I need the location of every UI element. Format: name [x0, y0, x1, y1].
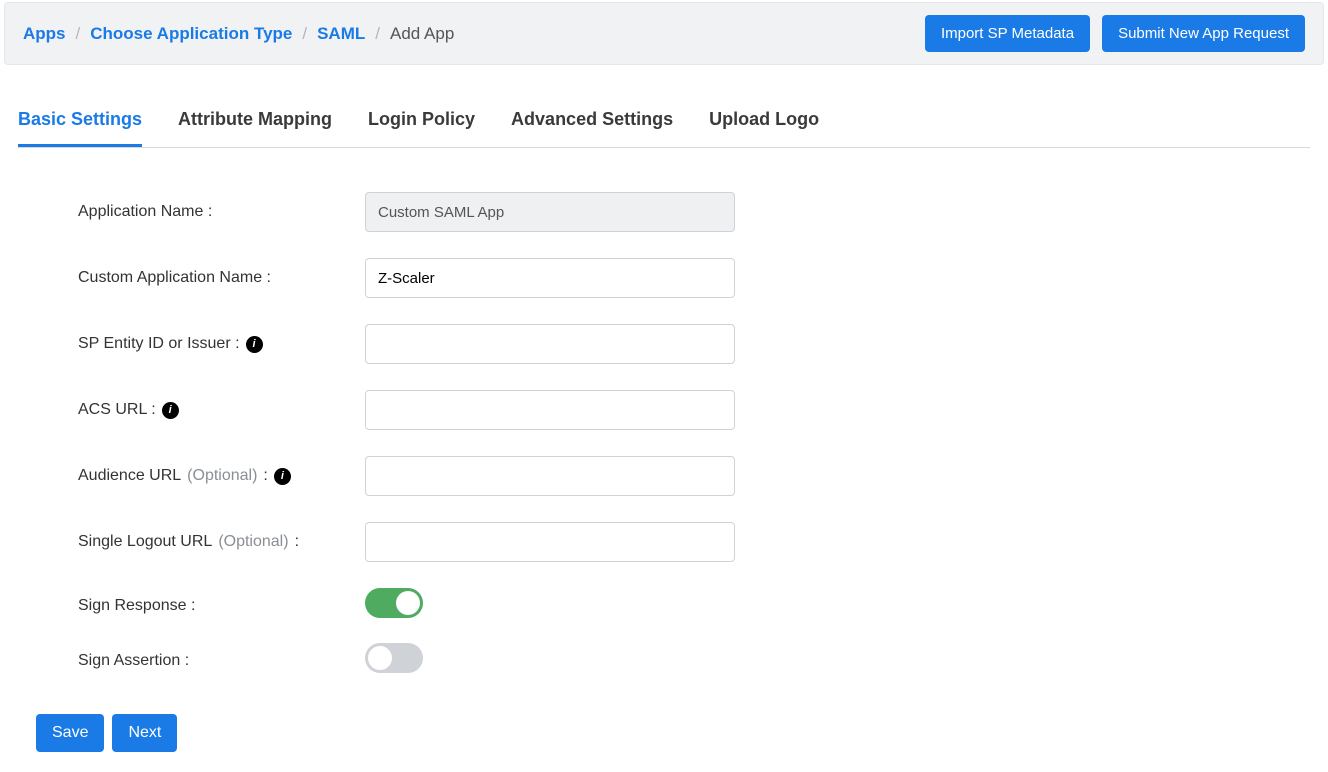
sp-entity-id-label: SP Entity ID or Issuer : i [62, 335, 365, 353]
acs-url-input[interactable] [365, 390, 735, 430]
breadcrumb-sep: / [76, 24, 81, 44]
audience-url-input[interactable] [365, 456, 735, 496]
breadcrumb-saml[interactable]: SAML [317, 24, 365, 44]
sign-assertion-label: Sign Assertion : [62, 652, 365, 670]
audience-url-label: Audience URL (Optional) : i [62, 467, 365, 485]
tab-advanced-settings[interactable]: Advanced Settings [511, 109, 673, 147]
import-sp-metadata-button[interactable]: Import SP Metadata [925, 15, 1090, 52]
submit-new-app-request-button[interactable]: Submit New App Request [1102, 15, 1305, 52]
tab-basic-settings[interactable]: Basic Settings [18, 109, 142, 147]
sign-response-label: Sign Response : [62, 597, 365, 615]
breadcrumb: Apps / Choose Application Type / SAML / … [23, 24, 454, 44]
tab-attribute-mapping[interactable]: Attribute Mapping [178, 109, 332, 147]
topbar-actions: Import SP Metadata Submit New App Reques… [925, 15, 1305, 52]
sign-assertion-toggle[interactable] [365, 643, 423, 673]
info-icon[interactable]: i [162, 402, 179, 419]
info-icon[interactable]: i [246, 336, 263, 353]
tab-login-policy[interactable]: Login Policy [368, 109, 475, 147]
single-logout-url-label: Single Logout URL (Optional) : [62, 533, 365, 551]
custom-application-name-label: Custom Application Name : [62, 269, 365, 287]
application-name-input [365, 192, 735, 232]
breadcrumb-apps[interactable]: Apps [23, 24, 66, 44]
acs-url-label: ACS URL : i [62, 401, 365, 419]
basic-settings-form: Application Name : Custom Application Na… [62, 192, 1310, 678]
breadcrumb-sep: / [375, 24, 380, 44]
sign-response-toggle[interactable] [365, 588, 423, 618]
tabs: Basic Settings Attribute Mapping Login P… [18, 109, 1310, 148]
info-icon[interactable]: i [274, 468, 291, 485]
single-logout-url-input[interactable] [365, 522, 735, 562]
tab-upload-logo[interactable]: Upload Logo [709, 109, 819, 147]
top-bar: Apps / Choose Application Type / SAML / … [4, 2, 1324, 65]
next-button[interactable]: Next [112, 714, 177, 752]
breadcrumb-choose-type[interactable]: Choose Application Type [90, 24, 292, 44]
application-name-label: Application Name : [62, 203, 365, 221]
custom-application-name-input[interactable] [365, 258, 735, 298]
save-button[interactable]: Save [36, 714, 104, 752]
sp-entity-id-input[interactable] [365, 324, 735, 364]
footer-actions: Save Next [36, 714, 1310, 752]
breadcrumb-sep: / [302, 24, 307, 44]
breadcrumb-current: Add App [390, 24, 454, 44]
